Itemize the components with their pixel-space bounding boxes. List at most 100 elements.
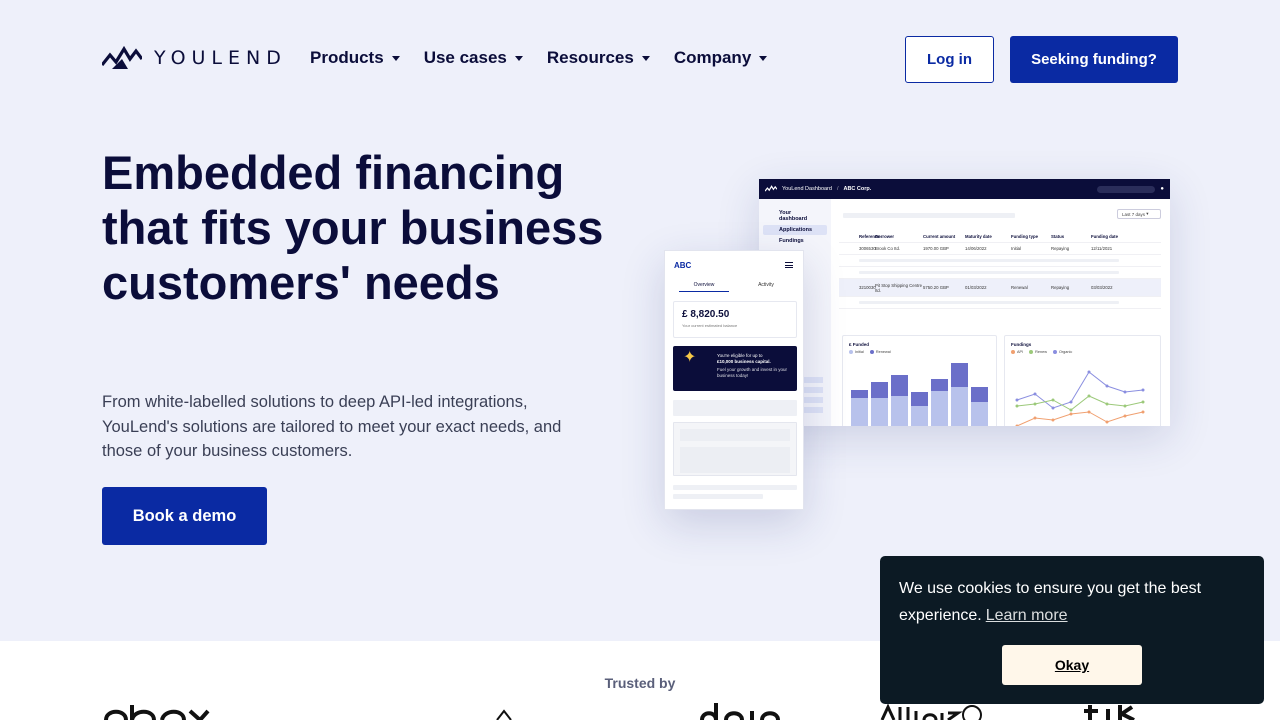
- user-icon: ●: [1160, 186, 1164, 192]
- caret-down-icon: [641, 56, 650, 61]
- table-header: Reference: [859, 234, 880, 239]
- menu-item-label: Resources: [546, 48, 634, 67]
- cookie-okay-button[interactable]: Okay: [1002, 645, 1142, 685]
- content-placeholder: [673, 494, 763, 499]
- table-header: Maturity date: [965, 234, 992, 239]
- phone-brand: ABC: [674, 261, 692, 270]
- legend-label: Renewal: [875, 350, 891, 354]
- youlend-logo-icon: [102, 45, 142, 69]
- date-filter-label: Last 7 days: [1122, 211, 1146, 217]
- table-header: Borrower: [875, 234, 895, 239]
- dashboard-company: ABC Corp.: [843, 186, 872, 192]
- party-popper-icon: ✦: [683, 349, 697, 366]
- book-demo-button[interactable]: Book a demo: [102, 487, 267, 545]
- table-cell: 12/11/2021: [1091, 246, 1113, 251]
- login-button[interactable]: Log in: [905, 36, 994, 83]
- chart-title: £ Funded: [849, 342, 869, 347]
- table-header: Status: [1051, 234, 1065, 239]
- dashboard-topbar: YouLend Dashboard / ABC Corp. ●: [759, 179, 1170, 199]
- table-row: 3210030 Pit Stop Shipping Centre Itd. 57…: [839, 279, 1161, 297]
- phone-tabs: Overview Activity: [679, 282, 791, 292]
- dashboard-app-title: YouLend Dashboard: [782, 186, 832, 192]
- content-placeholder: [673, 400, 797, 416]
- promo-amount-value: £10,000 business capital.: [717, 359, 771, 364]
- phone-preview: ABC Overview Activity £ 8,820.50 Your cu…: [664, 250, 804, 510]
- title-placeholder: [843, 213, 1015, 218]
- fundings-line-chart: [1015, 370, 1145, 426]
- balance-card: £ 8,820.50 Your current estimated balanc…: [673, 301, 797, 338]
- table-cell: 03/03/2022: [1091, 285, 1113, 290]
- table-header: Current amount: [923, 234, 956, 239]
- legend-swatch: [849, 350, 853, 354]
- table-header: Funding type: [1011, 234, 1038, 239]
- caret-down-icon: [514, 56, 523, 61]
- tab-overview: Overview: [679, 282, 729, 292]
- chart-legend: Initial Renewal: [849, 350, 891, 354]
- table-cell: 5750.20 GBP: [923, 285, 949, 290]
- funded-bar-chart: [851, 363, 988, 426]
- table-cell: 01/03/2022: [965, 285, 987, 290]
- balance-amount: £ 8,820.50: [682, 309, 730, 320]
- seeking-funding-button[interactable]: Seeking funding?: [1010, 36, 1178, 83]
- menu-item-use-cases[interactable]: Use cases: [424, 48, 523, 68]
- chart-title: Fundings: [1011, 342, 1032, 347]
- fundings-chart-card: Fundings API Renew Organic: [1004, 335, 1161, 426]
- sidebar-placeholder: [803, 397, 823, 403]
- caret-down-icon: [759, 56, 768, 61]
- partner-logo: [690, 703, 780, 720]
- menu-item-products[interactable]: Products: [310, 48, 400, 68]
- content-placeholder: [673, 485, 797, 490]
- partner-mark-icon: [496, 709, 512, 720]
- menu-item-resources[interactable]: Resources: [547, 48, 650, 68]
- legend-label: Organic: [1058, 350, 1073, 354]
- main-menu: Products Use cases Resources Company: [310, 48, 768, 68]
- table-row: 3006530 Brook Co Itd. 1970.00 GBP 14/06/…: [839, 243, 1161, 255]
- table-cell: Repaying: [1051, 246, 1070, 251]
- brand-name: YOULEND: [154, 47, 287, 69]
- dashboard-search-input: [1097, 185, 1156, 193]
- sidebar-placeholder: [803, 407, 823, 413]
- tab-activity: Activity: [758, 282, 774, 288]
- hero-subtitle: From white-labelled solutions to deep AP…: [102, 393, 562, 460]
- dojo-logo-icon: [700, 703, 780, 720]
- legend-label: Renew: [1035, 350, 1047, 354]
- cookie-banner: We use cookies to ensure you get the bes…: [880, 556, 1264, 704]
- table-cell: Renewal: [1011, 285, 1028, 290]
- learn-more-link[interactable]: Learn more: [986, 607, 1068, 624]
- capital-offer-banner: ✦ You're eligible for up to £10,000 busi…: [673, 346, 797, 391]
- table-cell: 14/06/2022: [965, 246, 987, 251]
- promo-subtext: Fuel your growth and invest in your busi…: [717, 367, 788, 378]
- legend-label: API: [1017, 350, 1024, 354]
- menu-item-company[interactable]: Company: [674, 48, 768, 68]
- sidebar-placeholder: [803, 387, 823, 393]
- table-cell: 3210030: [859, 285, 876, 290]
- hamburger-menu-icon: [785, 262, 793, 268]
- table-cell: 1970.00 GBP: [923, 246, 949, 251]
- partner-wordmark-icon: [1084, 705, 1135, 720]
- legend-swatch: [1029, 350, 1034, 354]
- promo-amount: £10,000 business capital.: [717, 359, 791, 365]
- date-filter: Last 7 days ▾: [1117, 209, 1161, 219]
- table-row-placeholder: [839, 255, 1161, 267]
- table-header: Funding date: [1091, 234, 1118, 239]
- menu-item-label: Use cases: [423, 48, 507, 67]
- sidebar-item-dashboard: Your dashboard: [779, 210, 808, 222]
- sidebar-placeholder: [803, 377, 823, 383]
- brand-logo[interactable]: YOULEND: [102, 45, 287, 71]
- table-row-placeholder: [839, 267, 1161, 279]
- applications-table: Reference Borrower Current amount Maturi…: [839, 231, 1161, 309]
- content-placeholder: [673, 422, 797, 476]
- chart-legend: API Renew Organic: [1011, 350, 1072, 354]
- partner-logo: [880, 703, 985, 720]
- legend-swatch: [1011, 350, 1015, 354]
- table-cell: Initial: [1011, 246, 1022, 251]
- table-cell: Pit Stop Shipping Centre Itd.: [875, 282, 923, 293]
- table-header-row: Reference Borrower Current amount Maturi…: [839, 231, 1161, 243]
- dashboard-preview: YouLend Dashboard / ABC Corp. ● Your das…: [759, 179, 1170, 426]
- hero-title: Embedded financing that fits your busine…: [102, 146, 604, 309]
- partner-logo: [102, 703, 212, 720]
- table-cell: Repaying: [1051, 285, 1070, 290]
- balance-caption: Your current estimated balance: [682, 323, 738, 328]
- table-row-placeholder: [839, 297, 1161, 309]
- table-cell: Brook Co Itd.: [875, 246, 901, 251]
